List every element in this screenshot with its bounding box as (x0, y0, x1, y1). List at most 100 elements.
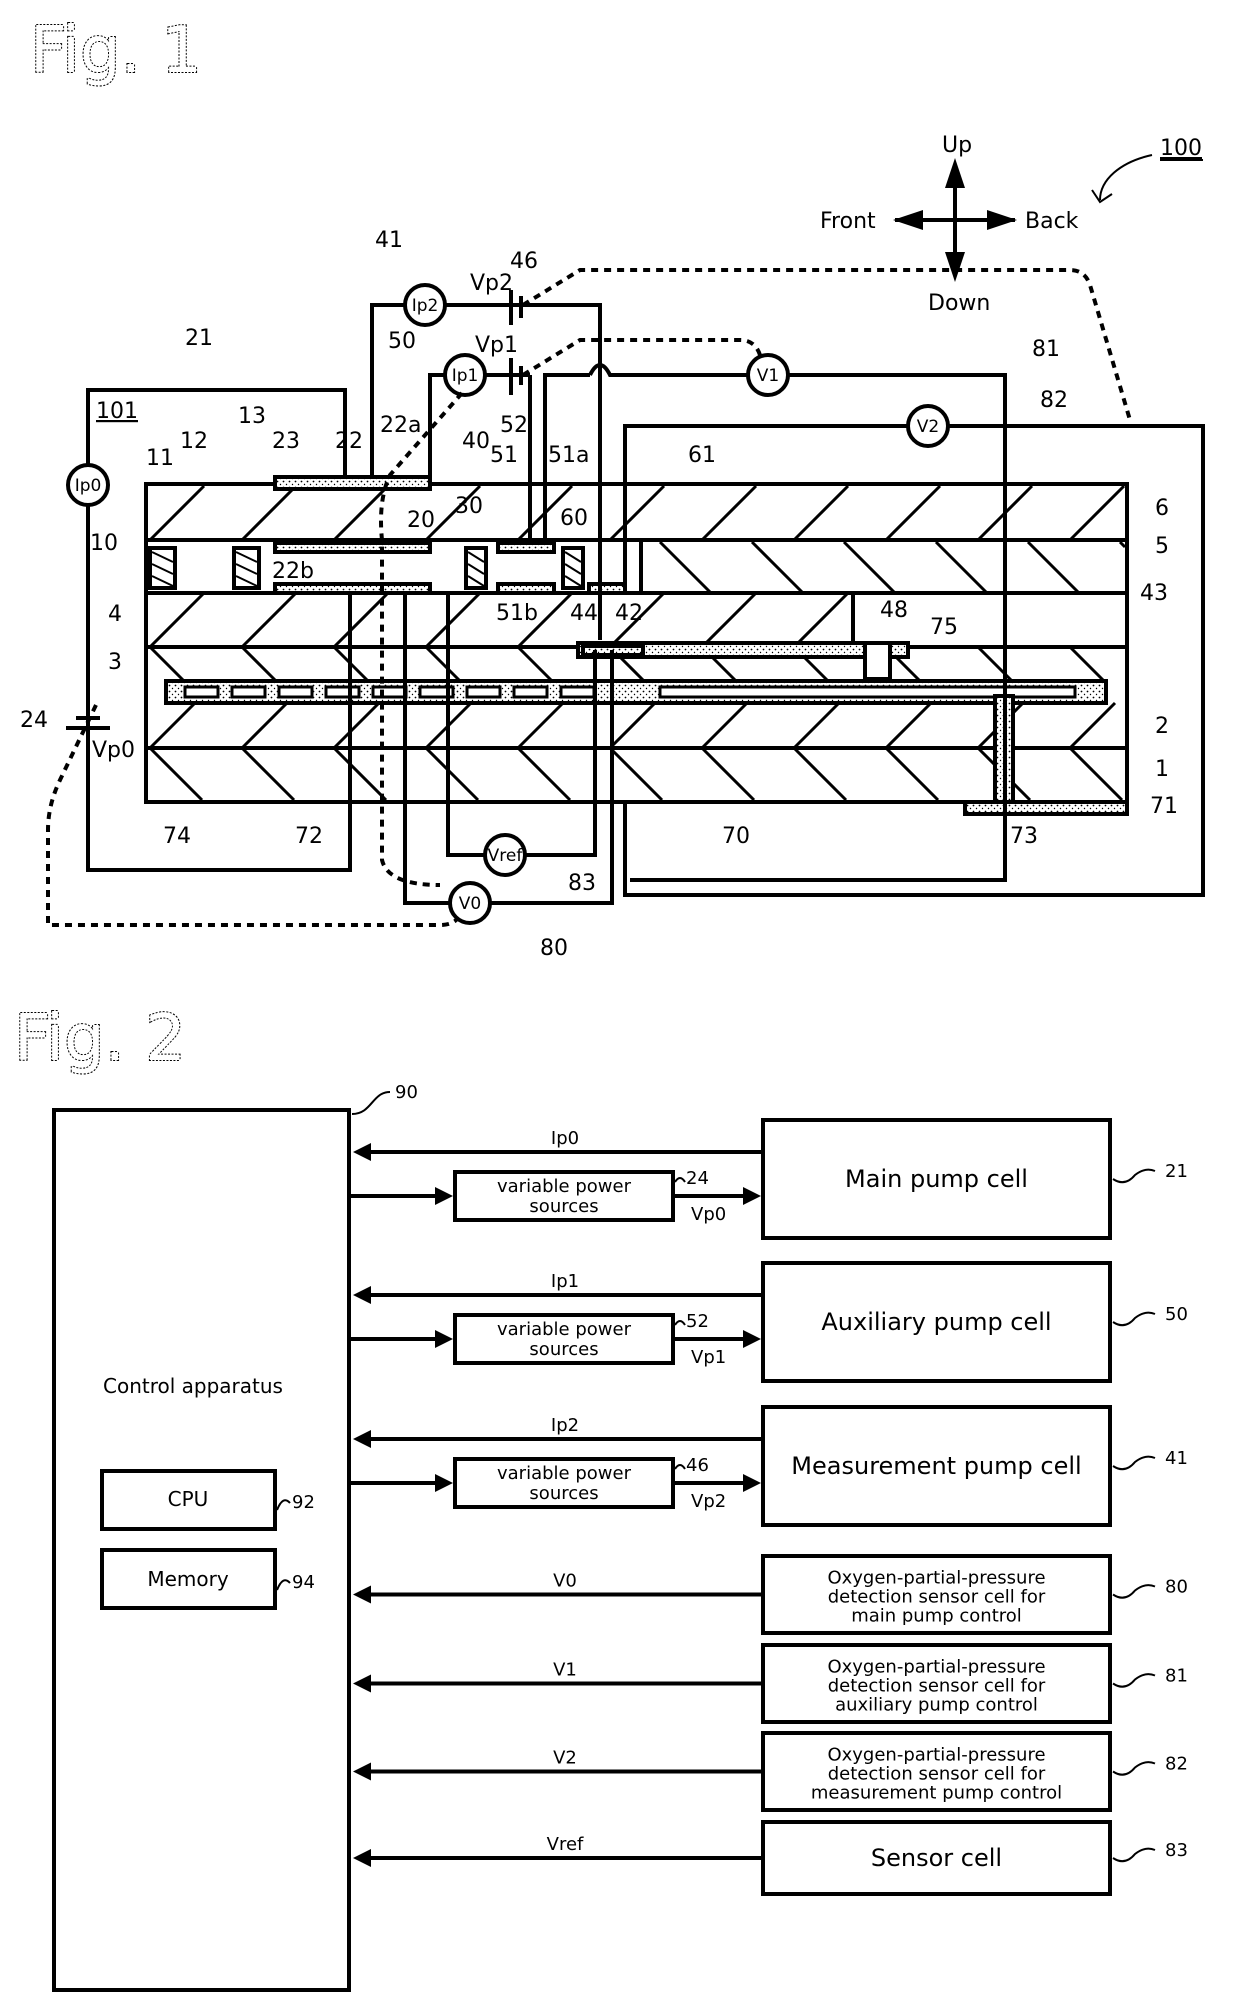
memory-label: Memory (147, 1567, 229, 1591)
heater-segment (371, 685, 408, 699)
signal-label-V0: V0 (553, 1571, 577, 1592)
cell-ref-leader (1112, 1168, 1156, 1184)
layer-2-hatch (332, 701, 381, 750)
ref-24: 24 (20, 708, 48, 733)
cell-ref-82: 82 (1165, 1754, 1188, 1775)
layer-2-hatch (608, 701, 657, 750)
vref-circuit-83 (446, 593, 597, 857)
power-source-ref-52: 52 (686, 1311, 709, 1332)
ref-83: 83 (568, 871, 596, 896)
ref-51: 51 (490, 443, 518, 468)
cell-ref-21: 21 (1165, 1161, 1188, 1182)
layer-5-hatch (750, 540, 804, 594)
layer-2-hatch (700, 701, 749, 750)
layer-2-hatch (792, 701, 841, 750)
cell-ref-leader (1112, 1847, 1156, 1863)
signal-label-V1: V1 (553, 1660, 577, 1681)
layer-4-hatch (240, 591, 298, 649)
cell-ref-leader (1112, 1673, 1156, 1688)
ammeter-ip0-label: Ip0 (75, 476, 102, 496)
arrow-right-icon (435, 1474, 453, 1492)
voltmeter-v2-label: V2 (917, 417, 939, 437)
ref-61: 61 (688, 443, 716, 468)
arrow-left-icon (353, 1430, 371, 1448)
arrow-left-icon (353, 1762, 371, 1781)
ref-10: 10 (90, 531, 118, 556)
signal-label-Ip0: Ip0 (551, 1128, 579, 1149)
layer-6-hatch (884, 484, 942, 542)
arrow-back-icon (987, 210, 1017, 230)
cell-label-line: measurement pump control (811, 1783, 1062, 1804)
direction-front-label: Front (820, 209, 876, 234)
power-source-output-Vp1: Vp1 (691, 1347, 726, 1368)
cell-label-line: Auxiliary pump cell (821, 1308, 1051, 1336)
voltmeter-vref-label: Vref (488, 846, 524, 866)
layer-6-hatch (700, 484, 758, 542)
ref-2: 2 (1155, 714, 1169, 739)
layer-6-hatch (608, 484, 666, 542)
cpu-label: CPU (168, 1487, 209, 1511)
signal-label-Vref: Vref (547, 1834, 584, 1855)
ref-44: 44 (570, 601, 598, 626)
ref-46: 46 (510, 249, 538, 274)
layer-3-hatch (240, 645, 278, 683)
ref-90: 90 (395, 1082, 418, 1103)
ammeter-ip2-label: Ip2 (412, 296, 439, 316)
layer-3-hatch (424, 645, 462, 683)
fig2-signal-rows: Main pump cell 21Ip0variable powersources… (351, 1118, 1188, 1896)
pressure-release-hole-75 (863, 641, 892, 681)
arrow-right-icon (743, 1330, 761, 1348)
layer-4-hatch (332, 591, 390, 649)
layer-6-hatch (148, 484, 206, 542)
cell-label-line: Oxygen-partial-pressure (827, 1745, 1045, 1766)
layer-4-hatch (700, 591, 758, 649)
power-source-label-line1: variable power (497, 1319, 632, 1340)
power-source-label-line2: sources (529, 1483, 598, 1504)
ref-92: 92 (292, 1492, 315, 1513)
cell-label-line: Sensor cell (871, 1844, 1002, 1872)
heater-segment (277, 685, 314, 699)
ref-100-label: 100 (1160, 136, 1202, 161)
layer-1-hatch (148, 746, 204, 802)
cell-label-line: Oxygen-partial-pressure (827, 1657, 1045, 1678)
ref-23: 23 (272, 429, 300, 454)
ref-3: 3 (108, 650, 122, 675)
ref-90-leader (351, 1091, 391, 1115)
layer-5-hatch (1118, 540, 1127, 549)
power-source-ref-46: 46 (686, 1455, 709, 1476)
ref-75: 75 (930, 615, 958, 640)
cell-ref-83: 83 (1165, 1840, 1188, 1861)
ref-13: 13 (238, 404, 266, 429)
layer-5-hatch (934, 540, 988, 594)
layer-2-hatch (1068, 701, 1117, 750)
ref-74: 74 (163, 824, 191, 849)
ceiling-electrode-22a (273, 541, 432, 554)
ref-100-leader (1099, 154, 1153, 201)
cell-ref-leader (1112, 1311, 1156, 1327)
cell-label-line: auxiliary pump control (835, 1695, 1038, 1716)
heater-connector-71 (963, 800, 1129, 816)
ref-43: 43 (1140, 581, 1168, 606)
power-source-label-line1: variable power (497, 1463, 632, 1484)
ref-52: 52 (500, 413, 528, 438)
layer-2-hatch (884, 701, 933, 750)
cell-ref-81: 81 (1165, 1666, 1188, 1687)
ref-40: 40 (462, 429, 490, 454)
power-source-label-line1: variable power (497, 1176, 632, 1197)
cell-ref-leader (1112, 1455, 1156, 1471)
ref-73: 73 (1010, 824, 1038, 849)
heater-segment (465, 685, 502, 699)
signal-label-Ip1: Ip1 (551, 1271, 579, 1292)
arrow-left-icon (353, 1143, 371, 1161)
arrow-left-icon (353, 1585, 371, 1604)
ref-82: 82 (1040, 388, 1068, 413)
aux-electrode-51b (496, 582, 556, 595)
ref-41: 41 (375, 228, 403, 253)
signal-label-Ip2: Ip2 (551, 1415, 579, 1436)
ref-60: 60 (560, 506, 588, 531)
ref-81: 81 (1032, 337, 1060, 362)
vp1-label: Vp1 (475, 333, 518, 358)
layer-6-hatch (240, 484, 298, 542)
power-source-label-line2: sources (529, 1339, 598, 1360)
layer-6-hatch (1068, 484, 1126, 542)
